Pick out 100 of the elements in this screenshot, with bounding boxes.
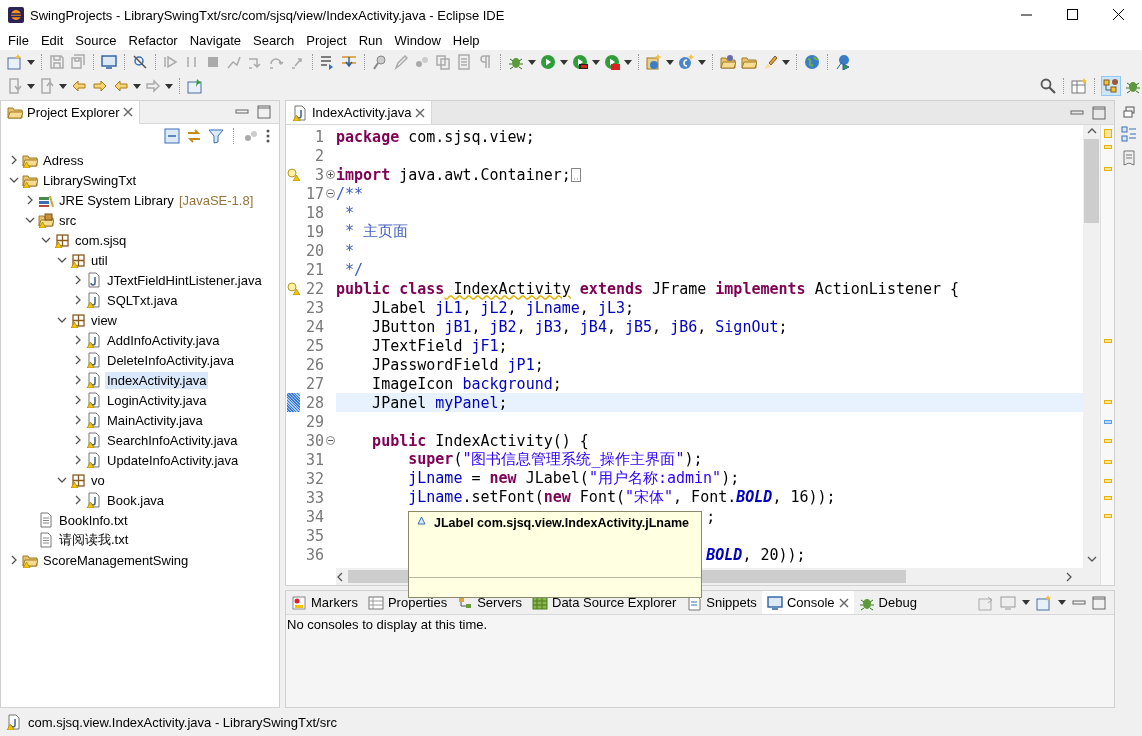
expand-fold-icon[interactable]	[325, 170, 335, 179]
dropdown-caret-icon[interactable]	[624, 59, 632, 65]
run-coverage-icon[interactable]	[572, 54, 588, 70]
warning-marker[interactable]	[1104, 339, 1112, 343]
chevron-right-icon[interactable]	[73, 355, 83, 365]
search-icon[interactable]	[1040, 78, 1056, 94]
chevron-right-icon[interactable]	[73, 375, 83, 385]
outline-icon[interactable]	[1120, 126, 1137, 142]
close-icon[interactable]	[1113, 9, 1125, 21]
view-tab[interactable]: Servers	[452, 591, 527, 614]
menu-item[interactable]: Project	[300, 32, 353, 48]
view-tab[interactable]: Properties	[362, 591, 453, 614]
tree-item[interactable]: SearchInfoActivity.java	[105, 431, 240, 449]
collapse-fold-icon[interactable]	[325, 436, 335, 445]
menu-item[interactable]: Edit	[34, 32, 70, 48]
crossed-magnifier-icon[interactable]	[132, 54, 148, 70]
close-tab-icon[interactable]	[123, 107, 134, 117]
tree-item[interactable]: BookInfo.txt	[57, 511, 130, 529]
menu-item[interactable]: Window	[388, 32, 447, 48]
scroll-down-icon[interactable]	[1086, 555, 1097, 563]
chevron-right-icon[interactable]	[73, 435, 83, 445]
dropdown-caret-icon[interactable]	[528, 59, 536, 65]
chevron-down-icon[interactable]	[9, 175, 19, 185]
java-perspective-icon[interactable]	[1103, 78, 1119, 94]
maximize-icon[interactable]	[1067, 9, 1079, 21]
new-project-icon[interactable]	[646, 54, 662, 70]
forward-edit-arrow-icon[interactable]	[92, 78, 108, 94]
menu-item[interactable]: Refactor	[122, 32, 184, 48]
tree-item[interactable]: Adress	[41, 151, 86, 169]
collapse-fold-icon[interactable]	[325, 189, 335, 198]
warning-marker[interactable]	[1104, 514, 1112, 518]
chevron-right-icon[interactable]	[73, 415, 83, 425]
chevron-right-icon[interactable]	[73, 495, 83, 505]
beans-icon[interactable]	[414, 54, 430, 70]
menu-item[interactable]: Help	[446, 32, 486, 48]
chevron-down-icon[interactable]	[25, 215, 35, 225]
dropdown-caret-icon[interactable]	[1022, 600, 1030, 605]
view-tab[interactable]: Snippets	[681, 591, 762, 614]
open-perspective-icon[interactable]	[1071, 78, 1087, 94]
run-toolbox-icon[interactable]	[604, 54, 620, 70]
chevron-down-icon[interactable]	[57, 255, 67, 265]
tree-item[interactable]: JTextFieldHintListener.java	[105, 271, 264, 289]
folder-icon[interactable]	[720, 54, 736, 70]
dropdown-caret-icon[interactable]	[165, 83, 173, 89]
dropdown-caret-icon[interactable]	[782, 59, 790, 65]
globe-run-icon[interactable]	[835, 54, 851, 70]
menu-item[interactable]: File	[2, 32, 35, 48]
new-class-icon[interactable]	[678, 54, 694, 70]
globe-icon[interactable]	[804, 54, 820, 70]
scrollbar-thumb[interactable]	[1084, 139, 1099, 223]
menu-item[interactable]: Source	[69, 32, 123, 48]
tree-item[interactable]: Book.java	[105, 491, 167, 509]
folded-code-box-icon[interactable]	[570, 167, 581, 182]
dropdown-caret-icon[interactable]	[560, 59, 568, 65]
warning-marker[interactable]	[1104, 460, 1112, 464]
warning-marker[interactable]	[1104, 496, 1112, 500]
menu-item[interactable]: Search	[247, 32, 301, 48]
warning-marker[interactable]	[1104, 439, 1112, 443]
dropdown-caret-icon[interactable]	[698, 59, 706, 65]
disconnect-icon[interactable]	[226, 54, 242, 70]
menu-item[interactable]: Run	[352, 32, 389, 48]
chevron-down-icon[interactable]	[57, 315, 67, 325]
tree-item[interactable]: DeleteInfoActivity.java	[105, 351, 236, 369]
dropdown-caret-icon[interactable]	[1058, 600, 1066, 605]
tree-item[interactable]: JRE System Library	[57, 191, 176, 209]
dropdown-caret-icon[interactable]	[133, 83, 141, 89]
tree-item[interactable]: MainActivity.java	[105, 411, 205, 429]
warning-marker[interactable]	[1104, 129, 1112, 138]
scroll-right-icon[interactable]	[1065, 571, 1073, 582]
pin-magnifier-icon[interactable]	[372, 54, 388, 70]
collapse-all-icon[interactable]	[164, 128, 180, 144]
dropdown-caret-icon[interactable]	[27, 59, 35, 65]
pen-icon[interactable]	[393, 54, 409, 70]
task-list-icon[interactable]	[1120, 150, 1137, 166]
dropdown-caret-icon[interactable]	[666, 59, 674, 65]
dropdown-caret-icon[interactable]	[592, 59, 600, 65]
chevron-down-icon[interactable]	[57, 475, 67, 485]
tree-item[interactable]: vo	[89, 471, 107, 489]
occurrence-marker[interactable]	[1104, 420, 1112, 424]
chevron-right-icon[interactable]	[73, 335, 83, 345]
beans-icon[interactable]	[243, 128, 259, 144]
chevron-right-icon[interactable]	[73, 295, 83, 305]
chevron-right-icon[interactable]	[73, 275, 83, 285]
monitor-icon[interactable]	[101, 54, 117, 70]
tree-item[interactable]: 请阅读我.txt	[57, 530, 131, 550]
chevron-right-icon[interactable]	[9, 555, 19, 565]
chevron-right-icon[interactable]	[9, 155, 19, 165]
folder-icon[interactable]	[741, 54, 757, 70]
warning-marker[interactable]	[1104, 479, 1112, 483]
tree-item[interactable]: SQLTxt.java	[105, 291, 180, 309]
menu-item[interactable]: Navigate	[183, 32, 247, 48]
dropdown-caret-icon[interactable]	[59, 83, 67, 89]
warning-marker[interactable]	[1104, 400, 1112, 404]
filter-icon[interactable]	[208, 128, 224, 144]
restore-icon[interactable]	[1122, 106, 1135, 118]
scroll-up-icon[interactable]	[1086, 127, 1097, 135]
chevron-right-icon[interactable]	[25, 195, 35, 205]
tree-item[interactable]: AddInfoActivity.java	[105, 331, 222, 349]
view-tab[interactable]: Markers	[286, 591, 363, 614]
tree-item[interactable]: com.sjsq	[73, 231, 129, 249]
